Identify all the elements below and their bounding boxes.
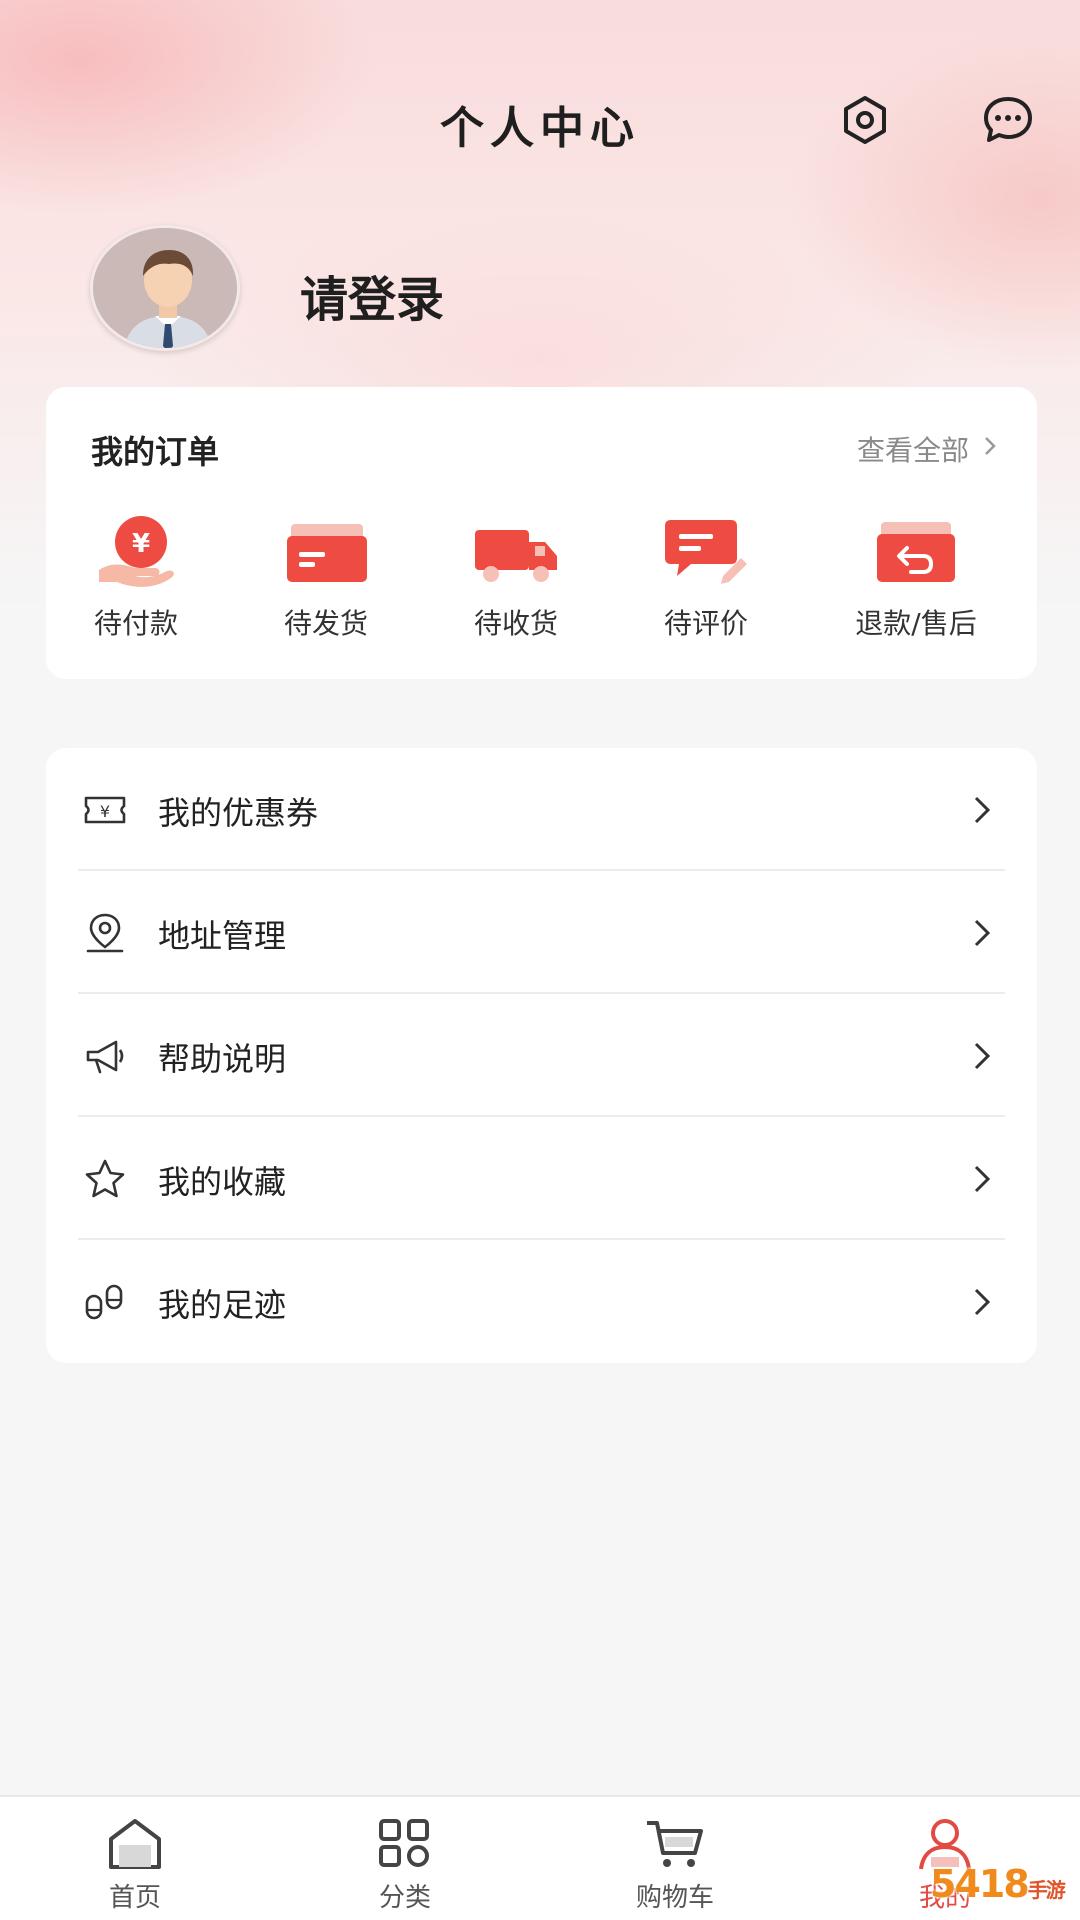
home-icon	[109, 1819, 161, 1869]
menu-item-coupons[interactable]: ¥ 我的优惠券	[46, 748, 1037, 871]
menu-card: ¥ 我的优惠券 地址管理 帮助说明 我的收藏 我的足迹	[46, 748, 1037, 1363]
order-item-label: 待付款	[93, 607, 178, 640]
nav-label: 首页	[108, 1883, 161, 1913]
order-item-pending-receipt[interactable]: 待收货	[426, 512, 606, 652]
star-icon	[85, 1159, 125, 1198]
nav-cart[interactable]: 购物车	[575, 1815, 775, 1915]
menu-item-help[interactable]: 帮助说明	[46, 994, 1037, 1117]
pending-payment-icon: ¥	[99, 516, 174, 587]
order-item-pending-payment[interactable]: ¥ 待付款	[46, 512, 226, 652]
chevron-right-icon	[974, 1165, 991, 1193]
menu-item-address[interactable]: 地址管理	[46, 871, 1037, 994]
profile-section[interactable]: 请登录	[90, 225, 790, 355]
refund-icon	[877, 522, 955, 582]
watermark-text: 5418	[930, 1862, 1030, 1906]
message-icon[interactable]	[980, 92, 1036, 148]
chevron-right-icon	[983, 434, 997, 464]
category-icon	[379, 1819, 429, 1867]
cart-icon	[647, 1821, 703, 1867]
order-item-pending-shipment[interactable]: 待发货	[236, 512, 416, 652]
nav-home[interactable]: 首页	[35, 1815, 235, 1915]
menu-item-label: 我的优惠券	[158, 794, 319, 832]
order-item-label: 退款/售后	[855, 607, 977, 640]
watermark-logo: 5418手游网	[930, 1862, 1080, 1920]
chevron-right-icon	[974, 796, 991, 824]
order-item-label: 待评价	[663, 607, 748, 640]
nav-label: 购物车	[635, 1883, 714, 1913]
chevron-right-icon	[974, 1288, 991, 1316]
svg-text:¥: ¥	[132, 529, 150, 559]
order-item-refund[interactable]: 退款/售后	[821, 512, 1011, 652]
order-item-pending-review[interactable]: 待评价	[616, 512, 796, 652]
pending-shipment-icon	[287, 524, 367, 582]
review-icon	[665, 520, 747, 584]
orders-title: 我的订单	[91, 433, 220, 471]
svg-text:¥: ¥	[100, 802, 110, 821]
bottom-nav: 首页 分类 购物车 我的	[0, 1795, 1080, 1920]
top-bar: 个人中心	[0, 70, 1080, 170]
avatar[interactable]	[90, 225, 240, 351]
chevron-right-icon	[974, 919, 991, 947]
menu-item-label: 我的足迹	[158, 1286, 287, 1324]
delivery-truck-icon	[475, 530, 557, 582]
settings-icon[interactable]	[837, 92, 893, 148]
order-item-label: 待发货	[283, 607, 368, 640]
footprint-icon	[85, 1284, 123, 1320]
megaphone-icon	[86, 1040, 124, 1074]
menu-item-footprints[interactable]: 我的足迹	[46, 1240, 1037, 1363]
location-icon	[86, 913, 124, 953]
login-prompt[interactable]: 请登录	[300, 260, 444, 330]
coupon-icon: ¥	[84, 796, 126, 824]
menu-item-favorites[interactable]: 我的收藏	[46, 1117, 1037, 1240]
menu-item-label: 帮助说明	[158, 1040, 287, 1078]
order-status-list: ¥ 待付款 待发货 待收货 待评价 退款/售后	[46, 512, 1037, 652]
nav-category[interactable]: 分类	[305, 1815, 505, 1915]
orders-card: 我的订单 查看全部 ¥ 待付款 待发货 待收货 待评价 退款/售后	[46, 387, 1037, 679]
view-all-label: 查看全部	[856, 434, 969, 467]
nav-label: 分类	[378, 1883, 431, 1913]
order-item-label: 待收货	[473, 607, 558, 640]
chevron-right-icon	[974, 1042, 991, 1070]
view-all-orders-link[interactable]: 查看全部	[857, 429, 997, 469]
menu-item-label: 我的收藏	[158, 1163, 287, 1201]
menu-item-label: 地址管理	[158, 917, 287, 955]
page-title: 个人中心	[440, 103, 640, 154]
